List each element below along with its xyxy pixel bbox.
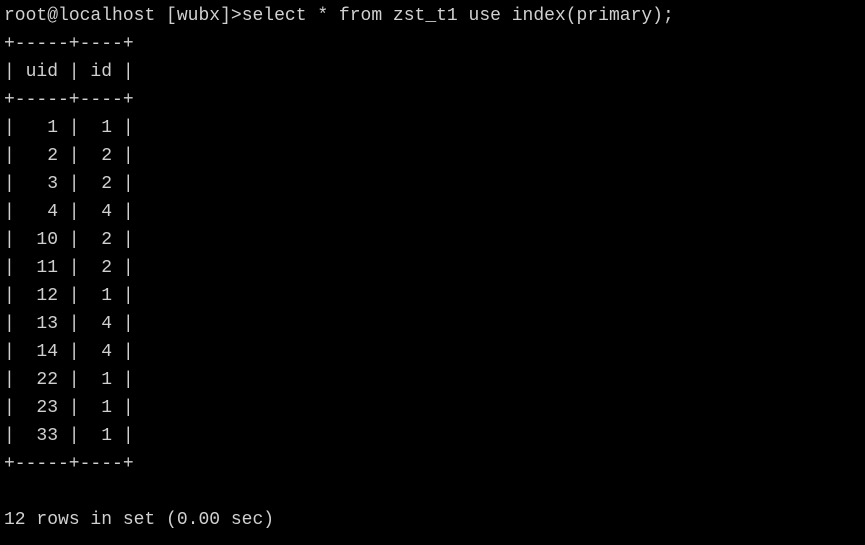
table-row: | 10 | 2 | (4, 230, 134, 250)
status-mid: rows in set ( (26, 510, 177, 530)
table-row: | 22 | 1 | (4, 370, 134, 390)
result-table: +-----+----+ | uid | id | +-----+----+ |… (4, 34, 134, 474)
table-row: | 33 | 1 | (4, 426, 134, 446)
sql-command[interactable]: select * from zst_t1 use index(primary); (242, 6, 674, 26)
prompt-db: wubx (177, 6, 220, 26)
prompt-host: localhost (58, 6, 155, 26)
prompt-user: root (4, 6, 47, 26)
terminal-output: root@localhost [wubx]>select * from zst_… (0, 0, 865, 536)
table-row: | 1 | 1 | (4, 118, 134, 138)
table-border: +-----+----+ (4, 90, 134, 110)
table-row: | 11 | 2 | (4, 258, 134, 278)
table-row: | 23 | 1 | (4, 398, 134, 418)
table-row: | 12 | 1 | (4, 286, 134, 306)
status-time: 0.00 (177, 510, 220, 530)
table-row: | 13 | 4 | (4, 314, 134, 334)
table-row: | 14 | 4 | (4, 342, 134, 362)
table-border: +-----+----+ (4, 454, 134, 474)
status-end: sec) (220, 510, 274, 530)
table-row: | 4 | 4 | (4, 202, 134, 222)
prompt-db-close: ] (220, 6, 231, 26)
table-border: +-----+----+ (4, 34, 134, 54)
table-row: | 3 | 2 | (4, 174, 134, 194)
prompt-arrow: > (231, 6, 242, 26)
status-row-count: 12 (4, 510, 26, 530)
status-line: 12 rows in set (0.00 sec) (4, 510, 274, 530)
prompt-sep-at: @ (47, 6, 58, 26)
prompt-db-open: [ (155, 6, 177, 26)
table-header-row: | uid | id | (4, 62, 134, 82)
table-row: | 2 | 2 | (4, 146, 134, 166)
